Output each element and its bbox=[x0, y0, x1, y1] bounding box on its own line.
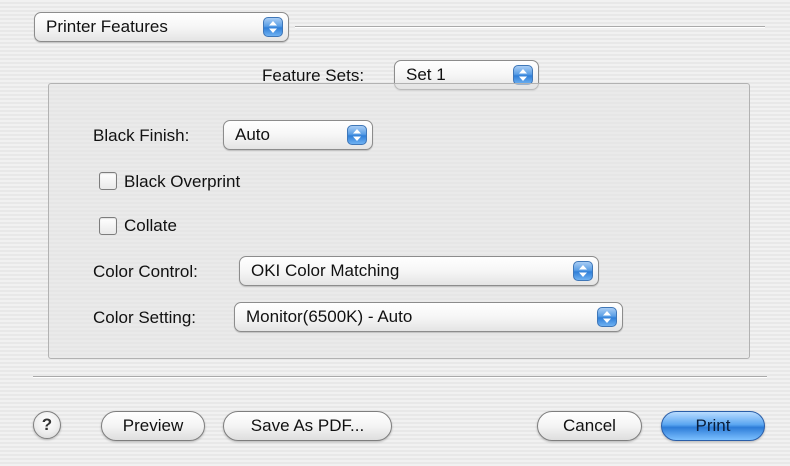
color-setting-popup[interactable]: Monitor(6500K) - Auto bbox=[234, 302, 623, 332]
panel-menu-value: Printer Features bbox=[46, 17, 168, 36]
cancel-button-label: Cancel bbox=[563, 416, 616, 435]
up-down-arrows-icon bbox=[573, 261, 593, 281]
up-down-arrows-icon bbox=[597, 307, 617, 327]
up-down-arrows-icon bbox=[347, 125, 367, 145]
top-separator bbox=[295, 26, 765, 28]
preview-button-label: Preview bbox=[122, 416, 184, 435]
black-overprint-checkbox[interactable] bbox=[99, 172, 117, 190]
print-button[interactable]: Print bbox=[661, 411, 765, 441]
black-finish-label: Black Finish: bbox=[93, 126, 190, 145]
color-control-label: Color Control: bbox=[93, 262, 198, 281]
question-mark-icon: ? bbox=[41, 415, 53, 434]
color-setting-label: Color Setting: bbox=[93, 308, 196, 327]
panel-menu-popup[interactable]: Printer Features bbox=[34, 12, 289, 42]
up-down-arrows-icon bbox=[513, 65, 533, 85]
black-overprint-label[interactable]: Black Overprint bbox=[124, 172, 240, 192]
print-button-label: Print bbox=[695, 416, 731, 435]
color-setting-value: Monitor(6500K) - Auto bbox=[246, 307, 413, 326]
bottom-separator bbox=[33, 376, 767, 378]
help-button[interactable]: ? bbox=[33, 411, 61, 439]
save-as-pdf-button-label: Save As PDF... bbox=[250, 416, 365, 435]
preview-button[interactable]: Preview bbox=[101, 411, 205, 441]
color-control-popup[interactable]: OKI Color Matching bbox=[239, 256, 599, 286]
collate-label[interactable]: Collate bbox=[124, 216, 177, 236]
collate-checkbox[interactable] bbox=[99, 217, 117, 235]
save-as-pdf-button[interactable]: Save As PDF... bbox=[223, 411, 392, 441]
color-control-value: OKI Color Matching bbox=[251, 261, 400, 280]
black-finish-popup[interactable]: Auto bbox=[223, 120, 373, 150]
cancel-button[interactable]: Cancel bbox=[537, 411, 642, 441]
up-down-arrows-icon bbox=[263, 17, 283, 37]
